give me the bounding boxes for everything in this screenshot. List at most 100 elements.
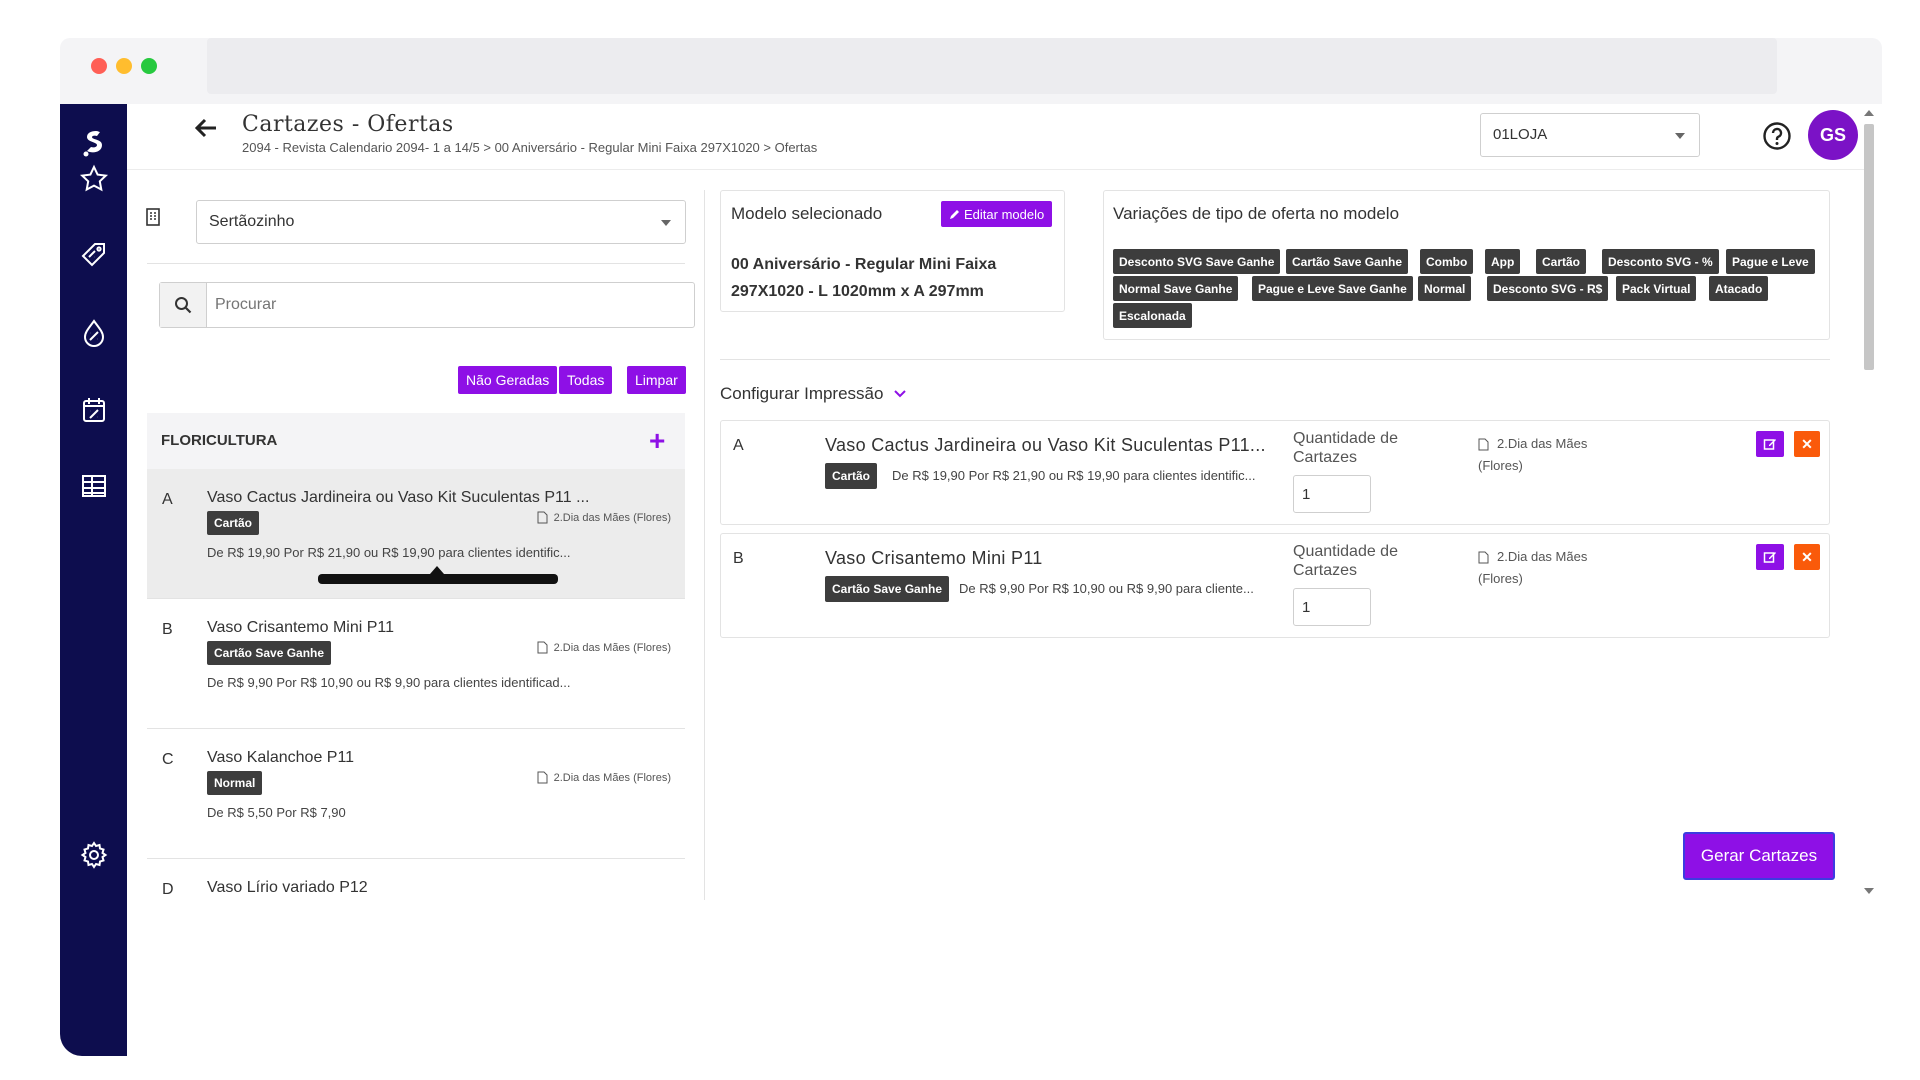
item-letter: B — [733, 550, 744, 567]
offer-type-tag: Normal — [207, 771, 263, 795]
edit-icon — [1763, 439, 1776, 450]
back-arrow-icon[interactable] — [192, 114, 220, 142]
search-icon — [160, 283, 207, 327]
city-select[interactable]: Sertãozinho — [196, 200, 686, 244]
offer-type-tag: Cartão — [207, 511, 260, 535]
item-letter: A — [733, 437, 744, 454]
tag-discount-icon[interactable] — [60, 235, 127, 275]
offer-price: De R$ 9,90 Por R$ 10,90 ou R$ 9,90 para … — [207, 675, 571, 690]
document-icon — [537, 511, 548, 524]
item-name: Vaso Cactus Jardineira ou Vaso Kit Sucul… — [825, 435, 1266, 455]
offer-name: Vaso Kalanchoe P11 — [207, 749, 355, 766]
scroll-down-arrow-icon[interactable] — [1864, 888, 1874, 894]
variation-tag: Desconto SVG - % — [1602, 249, 1719, 274]
window-close-dot[interactable] — [91, 58, 107, 74]
edit-item-button[interactable] — [1756, 431, 1784, 457]
star-icon[interactable] — [60, 159, 127, 199]
item-type-tag: Cartão — [825, 463, 878, 489]
quantity-input[interactable] — [1293, 475, 1371, 513]
city-select-value: Sertãozinho — [209, 213, 295, 230]
item-reference-line2: (Flores) — [1478, 571, 1523, 586]
search-box — [159, 282, 695, 328]
document-icon — [1478, 438, 1489, 450]
filter-not-generated-button[interactable]: Não Geradas — [458, 366, 558, 394]
offer-list-item[interactable]: B Vaso Crisantemo Mini P11 Cartão Save G… — [147, 599, 685, 729]
delete-item-button[interactable]: ✕ — [1794, 544, 1820, 570]
offer-letter: D — [162, 881, 174, 898]
calendar-percent-icon[interactable] — [60, 390, 127, 430]
page-bottom-area — [127, 900, 1882, 1056]
item-type-tag: Cartão Save Ganhe — [825, 576, 950, 602]
quantity-label: Quantidade de Cartazes — [1293, 543, 1398, 579]
edit-model-label: Editar modelo — [964, 206, 1045, 222]
add-offer-plus-icon[interactable]: + — [649, 427, 665, 455]
offer-name: Vaso Cactus Jardineira ou Vaso Kit Sucul… — [207, 489, 590, 506]
generate-posters-button[interactable]: Gerar Cartazes — [1683, 832, 1835, 880]
window-minimize-dot[interactable] — [116, 58, 132, 74]
offer-letter: B — [162, 621, 173, 638]
offer-letter: A — [162, 491, 173, 508]
variation-tag: Atacado — [1709, 276, 1769, 301]
edit-model-button[interactable]: Editar modelo — [941, 201, 1053, 227]
help-icon[interactable] — [1762, 121, 1792, 151]
offer-list-item[interactable]: D Vaso Lírio variado P12 — [147, 859, 685, 899]
close-icon: ✕ — [1801, 435, 1813, 452]
category-title: FLORICULTURA — [161, 432, 278, 449]
configure-print-title: Configurar Impressão — [720, 384, 884, 403]
chevron-down-icon — [1675, 133, 1685, 139]
offer-reference: 2.Dia das Mães (Flores) — [537, 511, 671, 524]
window-maximize-dot[interactable] — [141, 58, 157, 74]
item-name: Vaso Crisantemo Mini P11 — [825, 548, 1043, 568]
store-select[interactable]: 01LOJA — [1480, 113, 1700, 157]
logo-icon[interactable] — [60, 123, 127, 163]
selected-model-name: 00 Aniversário - Regular Mini Faixa 297X… — [731, 256, 997, 300]
configure-print-toggle[interactable]: Configurar Impressão — [720, 384, 907, 404]
offer-reference-text: 2.Dia das Mães (Flores) — [553, 641, 671, 654]
variation-tag: Pague e Leve Save Ganhe — [1252, 276, 1413, 301]
print-item-card: B Vaso Crisantemo Mini P11 Cartão Save G… — [720, 533, 1830, 638]
offer-name: Vaso Lírio variado P12 — [207, 879, 368, 896]
offer-type-tag: Cartão Save Ganhe — [207, 641, 332, 665]
filter-all-button[interactable]: Todas — [559, 366, 613, 394]
divider — [147, 263, 685, 264]
variation-tag: Pague e Leve — [1726, 249, 1815, 274]
breadcrumb: 2094 - Revista Calendario 2094- 1 a 14/5… — [242, 140, 818, 155]
building-icon — [146, 208, 160, 226]
variation-tag: Cartão Save Ganhe — [1286, 249, 1409, 274]
table-grid-icon[interactable] — [60, 466, 127, 506]
item-reference-line2: (Flores) — [1478, 458, 1523, 473]
drop-percent-icon[interactable] — [60, 313, 127, 353]
document-icon — [537, 771, 548, 784]
filter-clear-button[interactable]: Limpar — [627, 366, 686, 394]
item-reference-line1: 2.Dia das Mães — [1497, 549, 1588, 564]
item-price: De R$ 9,90 Por R$ 10,90 ou R$ 9,90 para … — [959, 581, 1254, 596]
offer-list-item[interactable]: C Vaso Kalanchoe P11 Normal 2.Dia das Mã… — [147, 729, 685, 859]
variations-label: Variações de tipo de oferta no modelo — [1113, 204, 1400, 223]
quantity-input[interactable] — [1293, 588, 1371, 626]
avatar[interactable]: GS — [1808, 110, 1858, 160]
scroll-up-arrow-icon[interactable] — [1864, 110, 1874, 116]
chevron-down-icon — [894, 390, 907, 398]
offer-reference: 2.Dia das Mães (Flores) — [537, 771, 671, 784]
selected-model-label: Modelo selecionado — [731, 204, 883, 223]
tooltip-arrow — [430, 566, 444, 574]
delete-item-button[interactable]: ✕ — [1794, 431, 1820, 457]
offer-reference: 2.Dia das Mães (Flores) — [537, 641, 671, 654]
print-item-card: A Vaso Cactus Jardineira ou Vaso Kit Suc… — [720, 420, 1830, 525]
tooltip — [318, 574, 558, 584]
variation-tag: Normal — [1418, 276, 1472, 301]
variation-tag: Pack Virtual — [1616, 276, 1697, 301]
address-bar[interactable] — [207, 38, 1777, 94]
variation-tag: Combo — [1420, 249, 1474, 274]
page-title: Cartazes - Ofertas — [242, 112, 454, 137]
scrollbar-thumb[interactable] — [1864, 124, 1874, 370]
variation-tag: Escalonada — [1113, 303, 1192, 328]
search-input[interactable] — [215, 293, 675, 317]
offer-price: De R$ 5,50 Por R$ 7,90 — [207, 805, 346, 820]
gear-icon[interactable] — [60, 835, 127, 875]
quantity-label: Quantidade de Cartazes — [1293, 430, 1398, 466]
edit-item-button[interactable] — [1756, 544, 1784, 570]
close-icon: ✕ — [1801, 548, 1813, 565]
offer-letter: C — [162, 751, 174, 768]
variation-tag: Cartão — [1536, 249, 1587, 274]
